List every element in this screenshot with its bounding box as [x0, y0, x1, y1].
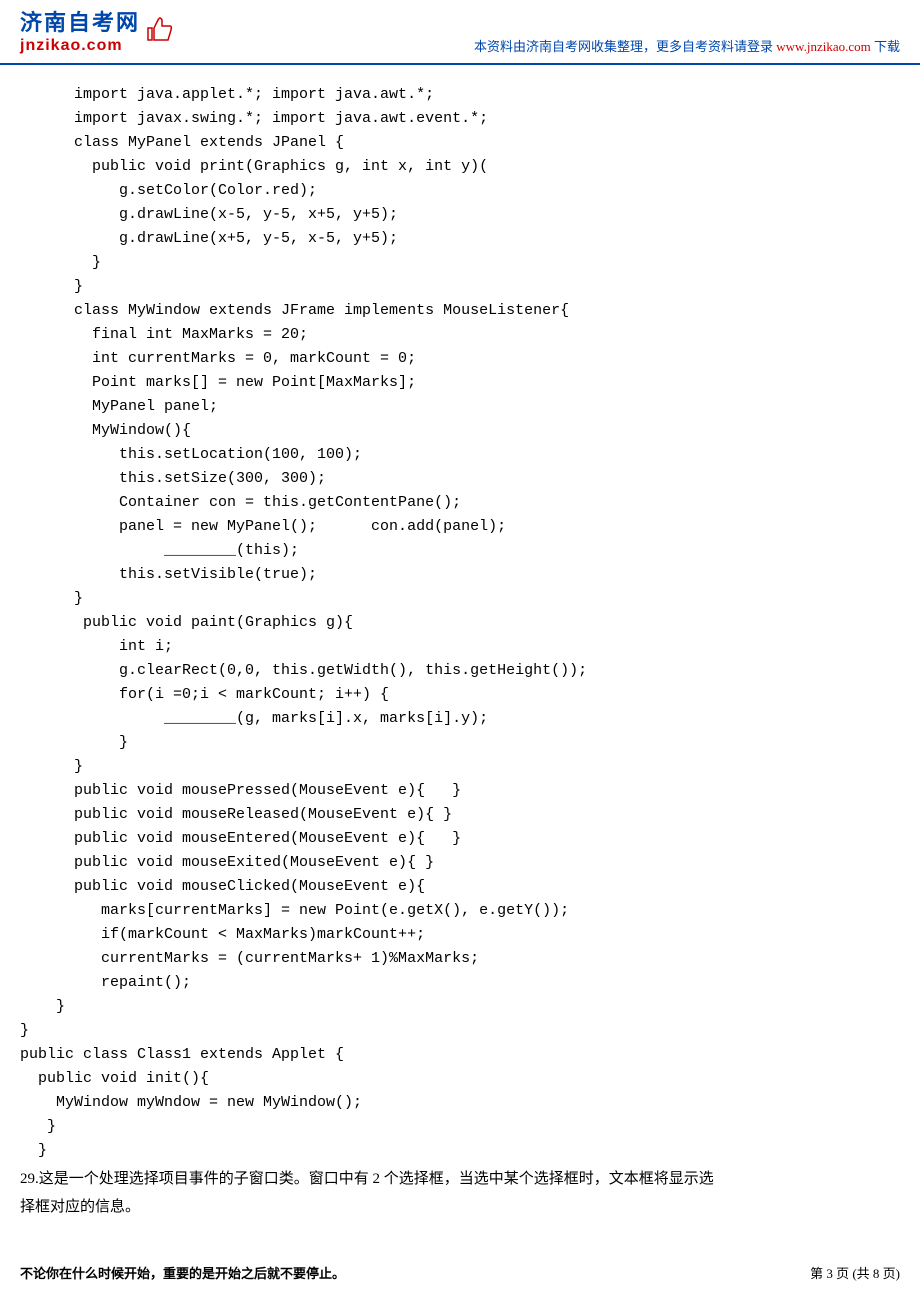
page-header: 济南自考网 jnzikao.com 本资料由济南自考网收集整理，更多自考资料请登… — [0, 0, 920, 65]
code-line: g.clearRect(0,0, this.getWidth(), this.g… — [20, 659, 900, 683]
code-line: } — [20, 275, 900, 299]
code-line: public void mouseEntered(MouseEvent e){ … — [20, 827, 900, 851]
code-line: ________(g, marks[i].x, marks[i].y); — [20, 707, 900, 731]
code-line: Point marks[] = new Point[MaxMarks]; — [20, 371, 900, 395]
code-line: import java.applet.*; import java.awt.*; — [20, 83, 900, 107]
code-line: if(markCount < MaxMarks)markCount++; — [20, 923, 900, 947]
code-line: MyPanel panel; — [20, 395, 900, 419]
thumbs-up-icon — [144, 12, 176, 49]
header-note-prefix: 本资料由济南自考网收集整理，更多自考资料请登录 — [474, 39, 776, 54]
code-line: } — [20, 587, 900, 611]
code-line: repaint(); — [20, 971, 900, 995]
code-line: ________(this); — [20, 539, 900, 563]
footer-motto: 不论你在什么时候开始，重要的是开始之后就不要停止。 — [20, 1263, 345, 1282]
code-line: this.setVisible(true); — [20, 563, 900, 587]
code-line: } — [20, 1115, 900, 1139]
page-footer: 不论你在什么时候开始，重要的是开始之后就不要停止。 第 3 页 (共 8 页) — [0, 1253, 920, 1292]
header-note: 本资料由济南自考网收集整理，更多自考资料请登录 www.jnzikao.com … — [474, 36, 900, 55]
page-content: import java.applet.*; import java.awt.*;… — [0, 65, 920, 1229]
header-note-url: www.jnzikao.com — [776, 39, 870, 54]
header-note-suffix: 下载 — [871, 39, 900, 54]
code-line: public void paint(Graphics g){ — [20, 611, 900, 635]
code-line: import javax.swing.*; import java.awt.ev… — [20, 107, 900, 131]
code-line: } — [20, 995, 900, 1019]
code-line: } — [20, 731, 900, 755]
code-line: g.drawLine(x+5, y-5, x-5, y+5); — [20, 227, 900, 251]
question-29-line2: 择框对应的信息。 — [20, 1195, 900, 1219]
code-line: class MyWindow extends JFrame implements… — [20, 299, 900, 323]
code-line: public void mouseExited(MouseEvent e){ } — [20, 851, 900, 875]
logo: 济南自考网 jnzikao.com — [20, 5, 176, 55]
code-line: public void mouseClicked(MouseEvent e){ — [20, 875, 900, 899]
question-29-line1: 29.这是一个处理选择项目事件的子窗口类。窗口中有 2 个选择框，当选中某个选择… — [20, 1167, 900, 1191]
code-line: MyWindow(){ — [20, 419, 900, 443]
code-line: MyWindow myWndow = new MyWindow(); — [20, 1091, 900, 1115]
code-line: } — [20, 755, 900, 779]
code-line: Container con = this.getContentPane(); — [20, 491, 900, 515]
code-line: marks[currentMarks] = new Point(e.getX()… — [20, 899, 900, 923]
code-line: this.setLocation(100, 100); — [20, 443, 900, 467]
code-line: } — [20, 1139, 900, 1163]
code-line: panel = new MyPanel(); con.add(panel); — [20, 515, 900, 539]
code-line: public void mousePressed(MouseEvent e){ … — [20, 779, 900, 803]
code-line: for(i =0;i < markCount; i++) { — [20, 683, 900, 707]
code-line: final int MaxMarks = 20; — [20, 323, 900, 347]
code-line: } — [20, 1019, 900, 1043]
code-line: currentMarks = (currentMarks+ 1)%MaxMark… — [20, 947, 900, 971]
code-line: } — [20, 251, 900, 275]
code-line: this.setSize(300, 300); — [20, 467, 900, 491]
code-line: int currentMarks = 0, markCount = 0; — [20, 347, 900, 371]
code-line: public void mouseReleased(MouseEvent e){… — [20, 803, 900, 827]
page-number: 第 3 页 (共 8 页) — [810, 1263, 900, 1282]
code-line: g.setColor(Color.red); — [20, 179, 900, 203]
code-line: public class Class1 extends Applet { — [20, 1043, 900, 1067]
code-line: public void print(Graphics g, int x, int… — [20, 155, 900, 179]
code-line: public void init(){ — [20, 1067, 900, 1091]
logo-main-text: 济南自考网 — [20, 5, 140, 37]
code-line: class MyPanel extends JPanel { — [20, 131, 900, 155]
code-line: g.drawLine(x-5, y-5, x+5, y+5); — [20, 203, 900, 227]
code-line: int i; — [20, 635, 900, 659]
logo-sub-text: jnzikao.com — [20, 37, 140, 55]
